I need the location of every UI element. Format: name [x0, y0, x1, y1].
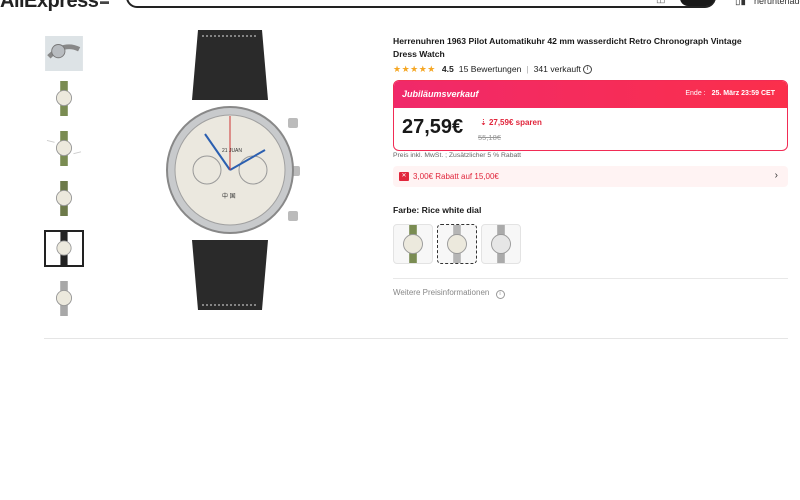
star-rating-icon: ★★★★★ — [393, 63, 436, 74]
tax-note: Preis inkl. MwSt. ; Zusätzlicher 5 % Rab… — [393, 152, 522, 159]
svg-text:21 JUAN: 21 JUAN — [222, 148, 242, 154]
original-price: 55,18€ — [478, 133, 501, 142]
app-download-icon[interactable]: ▯▮ — [735, 0, 746, 7]
rating-value: 4.5 — [441, 64, 454, 74]
svg-text:中 国: 中 国 — [222, 192, 236, 200]
coupon-icon: ✕ — [399, 172, 409, 181]
color-swatch-rice-white-selected[interactable] — [437, 224, 477, 264]
sold-count: 341 verkauft — [533, 64, 581, 74]
chevron-down-icon[interactable]: ▬ — [100, 0, 109, 6]
color-label-prefix: Farbe: — [393, 205, 420, 215]
deal-end: Ende : 25. März 23:59 CET — [685, 90, 775, 97]
product-main-image[interactable]: 21 JUAN 中 国 — [150, 30, 320, 310]
download-label[interactable]: herunterladen — [754, 0, 800, 6]
coupon-text: 3,00€ Rabatt auf 15,00€ — [413, 172, 499, 181]
current-price: 27,59€ — [402, 116, 464, 138]
thumbnail-4[interactable] — [44, 180, 84, 217]
deal-end-date: 25. März 23:59 CET — [711, 90, 775, 97]
camera-icon[interactable]: ◫ — [656, 0, 665, 5]
divider-line — [393, 278, 788, 279]
color-swatch-steel[interactable] — [481, 224, 521, 264]
section-divider — [44, 338, 788, 339]
thumbnail-5-selected[interactable] — [44, 230, 84, 267]
search-input[interactable] — [126, 0, 716, 8]
search-button[interactable] — [680, 0, 714, 6]
deal-box: Jubiläumsverkauf Ende : 25. März 23:59 C… — [393, 80, 788, 151]
aliexpress-logo[interactable]: AliExpress — [0, 0, 99, 13]
site-header: AliExpress ▬ ◫ ▯▮ herunterladen — [0, 0, 800, 13]
separator: | — [526, 64, 529, 74]
arrow-down-icon: ⇣ — [480, 118, 487, 127]
color-label: Farbe: Rice white dial — [393, 205, 481, 215]
coupon-banner[interactable]: ✕ 3,00€ Rabatt auf 15,00€ › — [393, 166, 788, 187]
thumbnail-3[interactable] — [44, 130, 84, 167]
more-info-text[interactable]: Weitere Preisinformationen — [393, 288, 489, 297]
deal-end-prefix: Ende : — [685, 90, 706, 97]
deal-header: Jubiläumsverkauf Ende : 25. März 23:59 C… — [394, 81, 787, 108]
color-selected: Rice white dial — [421, 205, 482, 215]
rating-row: ★★★★★ 4.5 15 Bewertungen | 341 verkauft … — [393, 63, 592, 75]
color-swatch-green[interactable] — [393, 224, 433, 264]
more-price-info-link[interactable]: Weitere Preisinformationen i — [393, 288, 505, 299]
chevron-right-icon[interactable]: › — [775, 170, 778, 181]
info-icon[interactable]: i — [495, 290, 505, 299]
reviews-link[interactable]: 15 Bewertungen — [459, 64, 522, 74]
save-text: 27,59€ sparen — [488, 118, 542, 127]
deal-name: Jubiläumsverkauf — [402, 89, 479, 99]
thumbnail-1[interactable] — [44, 35, 84, 72]
save-amount: ⇣ 27,59€ sparen — [480, 118, 542, 127]
thumbnail-6[interactable] — [44, 280, 84, 317]
product-title: Herrenuhren 1963 Pilot Automatikuhr 42 m… — [393, 36, 742, 59]
info-icon[interactable]: i — [582, 64, 592, 74]
thumbnail-2[interactable] — [44, 80, 84, 117]
